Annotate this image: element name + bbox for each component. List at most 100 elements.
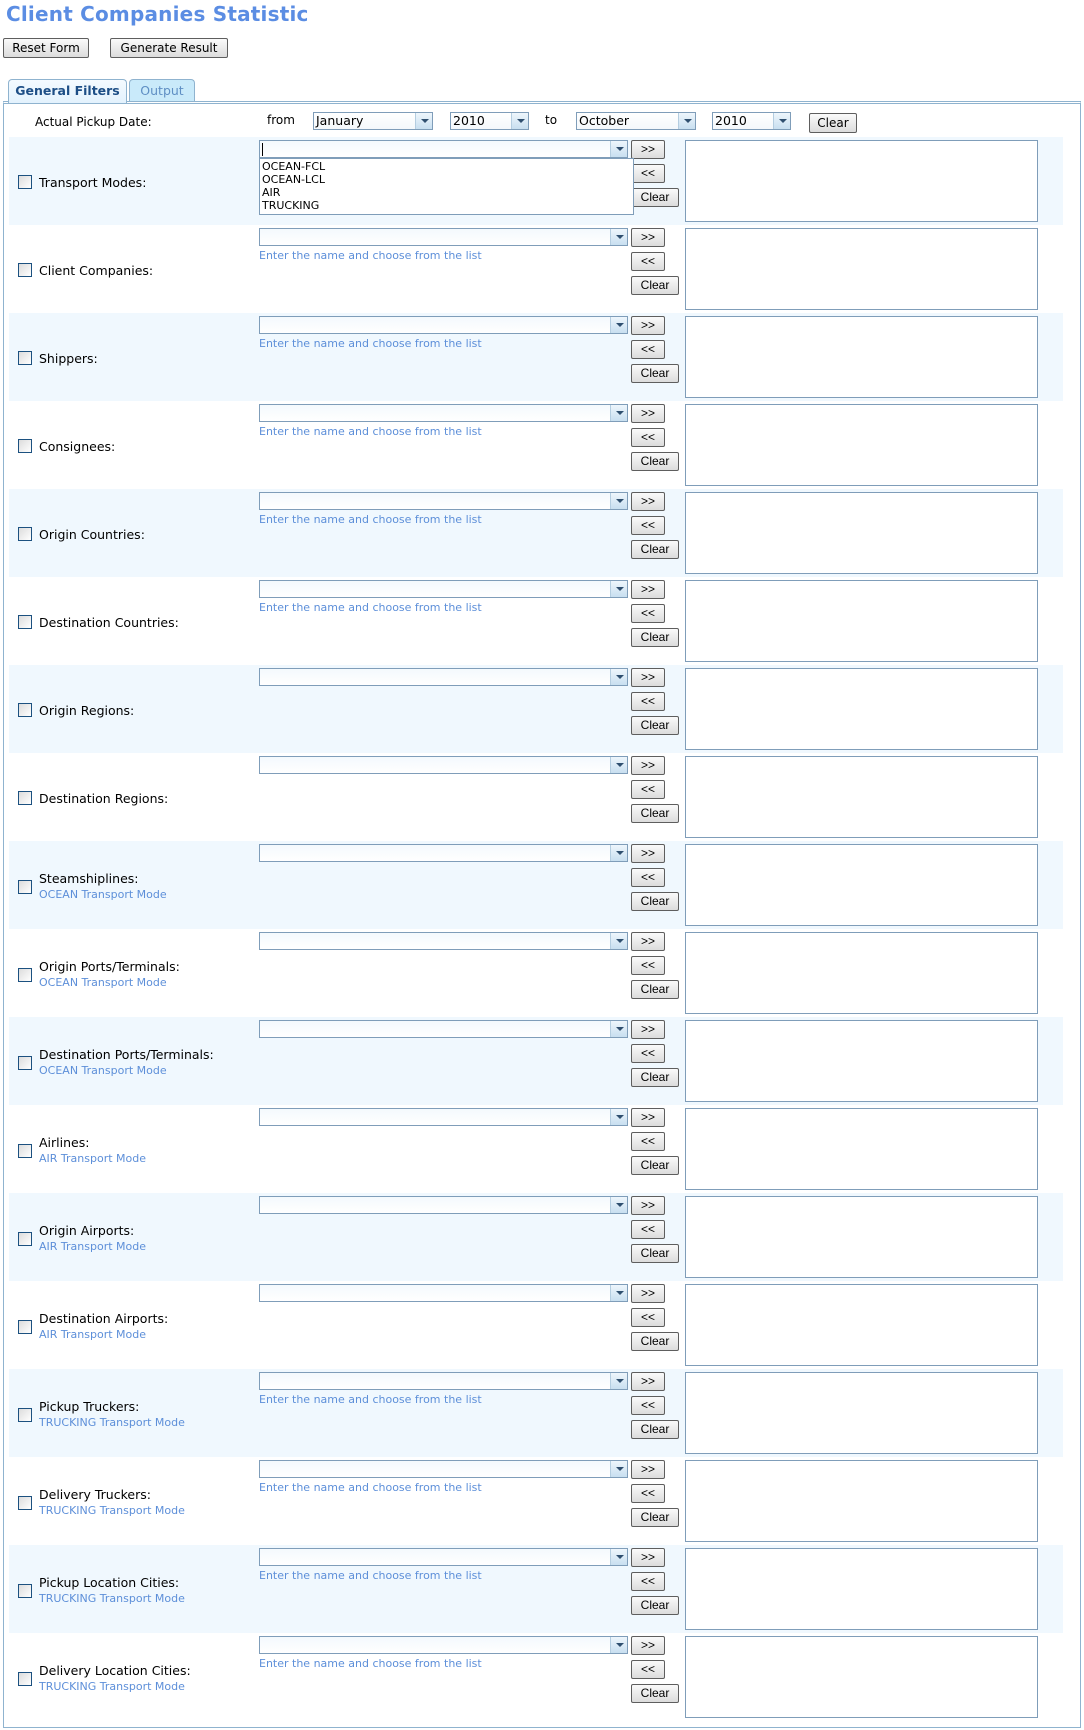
client-companies-checkbox[interactable] — [18, 263, 32, 277]
destination-regions-add-button[interactable]: >> — [631, 756, 665, 775]
destination-countries-add-button[interactable]: >> — [631, 580, 665, 599]
shippers-checkbox[interactable] — [18, 351, 32, 365]
airlines-selected-list[interactable] — [685, 1108, 1038, 1190]
destination-regions-search-combo[interactable] — [259, 756, 628, 774]
destination-airports-remove-button[interactable]: << — [631, 1308, 665, 1327]
transport-modes-checkbox[interactable] — [18, 175, 32, 189]
pickup-location-cities-selected-list[interactable] — [685, 1548, 1038, 1630]
pickup-truckers-clear-button[interactable]: Clear — [631, 1420, 679, 1439]
from-year-select[interactable]: 2010 — [450, 112, 529, 130]
chevron-down-icon[interactable] — [610, 1109, 627, 1125]
delivery-truckers-checkbox[interactable] — [18, 1496, 32, 1510]
chevron-down-icon[interactable] — [610, 1461, 627, 1477]
chevron-down-icon[interactable] — [610, 933, 627, 949]
chevron-down-icon[interactable] — [610, 581, 627, 597]
steamshiplines-checkbox[interactable] — [18, 880, 32, 894]
reset-form-button[interactable]: Reset Form — [3, 38, 89, 58]
airlines-search-combo[interactable] — [259, 1108, 628, 1126]
steamshiplines-selected-list[interactable] — [685, 844, 1038, 926]
destination-airports-selected-list[interactable] — [685, 1284, 1038, 1366]
steamshiplines-search-combo[interactable] — [259, 844, 628, 862]
chevron-down-icon[interactable] — [610, 1021, 627, 1037]
destination-countries-search-combo[interactable] — [259, 580, 628, 598]
origin-ports-terminals-clear-button[interactable]: Clear — [631, 980, 679, 999]
delivery-truckers-search-combo[interactable] — [259, 1460, 628, 1478]
origin-regions-remove-button[interactable]: << — [631, 692, 665, 711]
shippers-remove-button[interactable]: << — [631, 340, 665, 359]
chevron-down-icon[interactable] — [610, 1373, 627, 1389]
origin-regions-checkbox[interactable] — [18, 703, 32, 717]
delivery-location-cities-clear-button[interactable]: Clear — [631, 1684, 679, 1703]
origin-countries-selected-list[interactable] — [685, 492, 1038, 574]
delivery-location-cities-remove-button[interactable]: << — [631, 1660, 665, 1679]
steamshiplines-add-button[interactable]: >> — [631, 844, 665, 863]
dropdown-option[interactable]: OCEAN-FCL — [262, 160, 631, 173]
delivery-truckers-remove-button[interactable]: << — [631, 1484, 665, 1503]
airlines-add-button[interactable]: >> — [631, 1108, 665, 1127]
chevron-down-icon[interactable] — [678, 113, 695, 129]
delivery-location-cities-add-button[interactable]: >> — [631, 1636, 665, 1655]
dropdown-option[interactable]: AIR — [262, 186, 631, 199]
generate-result-button[interactable]: Generate Result — [110, 38, 228, 58]
destination-regions-clear-button[interactable]: Clear — [631, 804, 679, 823]
delivery-truckers-selected-list[interactable] — [685, 1460, 1038, 1542]
origin-airports-selected-list[interactable] — [685, 1196, 1038, 1278]
chevron-down-icon[interactable] — [511, 113, 528, 129]
pickup-truckers-remove-button[interactable]: << — [631, 1396, 665, 1415]
pickup-location-cities-remove-button[interactable]: << — [631, 1572, 665, 1591]
chevron-down-icon[interactable] — [610, 1637, 627, 1653]
destination-regions-selected-list[interactable] — [685, 756, 1038, 838]
destination-airports-clear-button[interactable]: Clear — [631, 1332, 679, 1351]
tab-general-filters[interactable]: General Filters — [8, 79, 127, 103]
shippers-selected-list[interactable] — [685, 316, 1038, 398]
client-companies-search-combo[interactable] — [259, 228, 628, 246]
consignees-selected-list[interactable] — [685, 404, 1038, 486]
airlines-checkbox[interactable] — [18, 1144, 32, 1158]
origin-countries-clear-button[interactable]: Clear — [631, 540, 679, 559]
origin-airports-clear-button[interactable]: Clear — [631, 1244, 679, 1263]
client-companies-add-button[interactable]: >> — [631, 228, 665, 247]
pickup-truckers-add-button[interactable]: >> — [631, 1372, 665, 1391]
transport-modes-selected-list[interactable] — [685, 140, 1038, 222]
origin-countries-add-button[interactable]: >> — [631, 492, 665, 511]
client-companies-remove-button[interactable]: << — [631, 252, 665, 271]
origin-countries-checkbox[interactable] — [18, 527, 32, 541]
shippers-add-button[interactable]: >> — [631, 316, 665, 335]
shippers-clear-button[interactable]: Clear — [631, 364, 679, 383]
chevron-down-icon[interactable] — [610, 845, 627, 861]
steamshiplines-remove-button[interactable]: << — [631, 868, 665, 887]
origin-countries-search-combo[interactable] — [259, 492, 628, 510]
pickup-truckers-search-combo[interactable] — [259, 1372, 628, 1390]
destination-ports-terminals-search-combo[interactable] — [259, 1020, 628, 1038]
origin-ports-terminals-selected-list[interactable] — [685, 932, 1038, 1014]
destination-countries-clear-button[interactable]: Clear — [631, 628, 679, 647]
destination-countries-selected-list[interactable] — [685, 580, 1038, 662]
origin-ports-terminals-remove-button[interactable]: << — [631, 956, 665, 975]
chevron-down-icon[interactable] — [773, 113, 790, 129]
pickup-location-cities-add-button[interactable]: >> — [631, 1548, 665, 1567]
pickup-truckers-selected-list[interactable] — [685, 1372, 1038, 1454]
destination-airports-search-combo[interactable] — [259, 1284, 628, 1302]
client-companies-selected-list[interactable] — [685, 228, 1038, 310]
origin-ports-terminals-search-combo[interactable] — [259, 932, 628, 950]
destination-ports-terminals-remove-button[interactable]: << — [631, 1044, 665, 1063]
from-month-select[interactable]: January — [313, 112, 433, 130]
steamshiplines-clear-button[interactable]: Clear — [631, 892, 679, 911]
consignees-remove-button[interactable]: << — [631, 428, 665, 447]
chevron-down-icon[interactable] — [610, 405, 627, 421]
origin-countries-remove-button[interactable]: << — [631, 516, 665, 535]
transport-modes-remove-button[interactable]: << — [631, 164, 665, 183]
destination-countries-checkbox[interactable] — [18, 615, 32, 629]
to-year-select[interactable]: 2010 — [712, 112, 791, 130]
pickup-location-cities-checkbox[interactable] — [18, 1584, 32, 1598]
destination-ports-terminals-selected-list[interactable] — [685, 1020, 1038, 1102]
delivery-truckers-add-button[interactable]: >> — [631, 1460, 665, 1479]
destination-regions-checkbox[interactable] — [18, 791, 32, 805]
chevron-down-icon[interactable] — [610, 1285, 627, 1301]
transport-modes-add-button[interactable]: >> — [631, 140, 665, 159]
origin-regions-add-button[interactable]: >> — [631, 668, 665, 687]
destination-airports-checkbox[interactable] — [18, 1320, 32, 1334]
date-clear-button[interactable]: Clear — [809, 113, 857, 133]
pickup-location-cities-search-combo[interactable] — [259, 1548, 628, 1566]
chevron-down-icon[interactable] — [415, 113, 432, 129]
